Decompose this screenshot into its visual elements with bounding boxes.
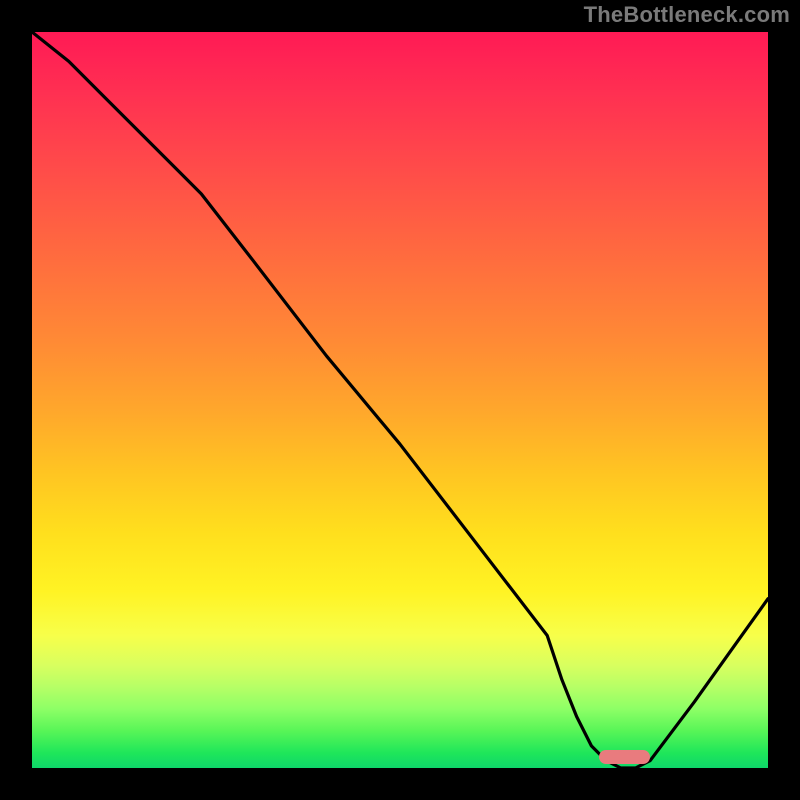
curve-path — [32, 32, 768, 768]
bottleneck-curve — [32, 32, 768, 768]
chart-frame: TheBottleneck.com — [0, 0, 800, 800]
plot-area — [32, 32, 768, 768]
optimal-range-marker — [599, 750, 651, 764]
watermark-text: TheBottleneck.com — [584, 2, 790, 28]
